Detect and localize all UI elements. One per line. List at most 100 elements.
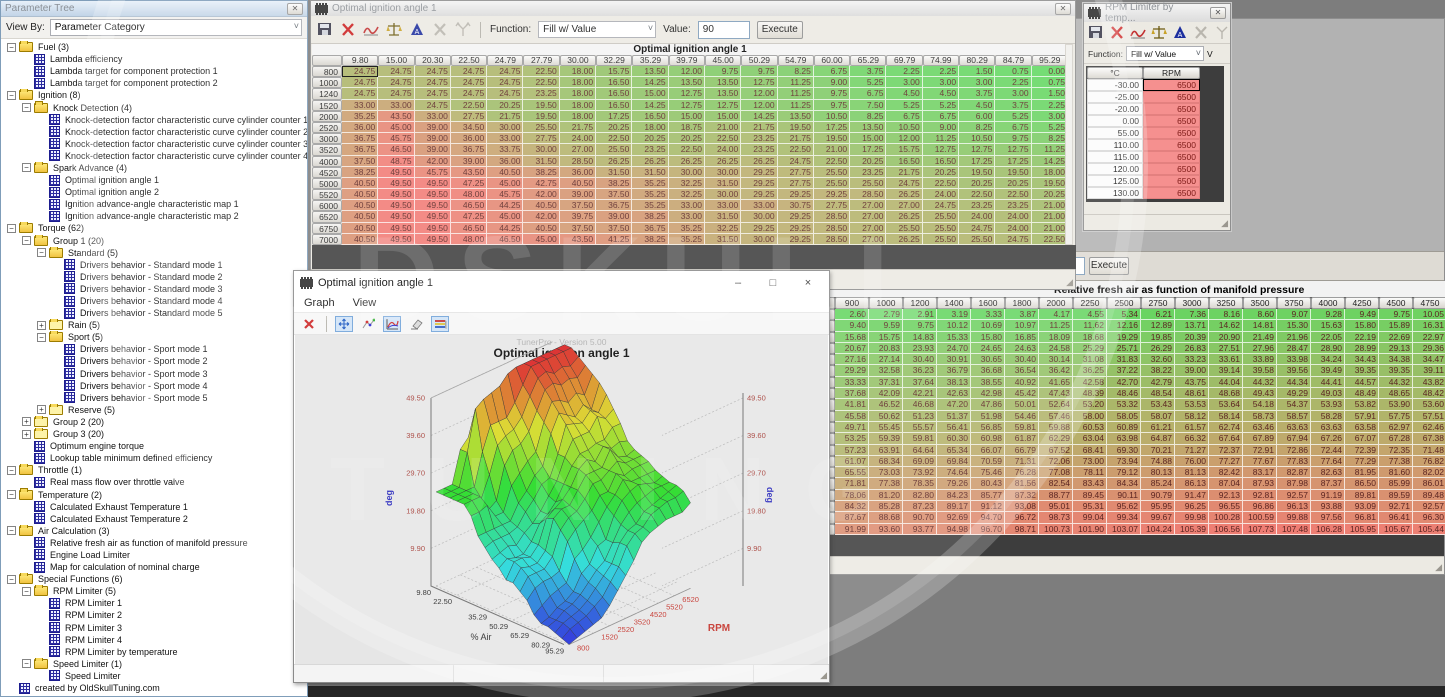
cell[interactable]: 27.14 (869, 354, 903, 365)
cell[interactable]: 81.13 (1175, 467, 1209, 478)
cell[interactable]: 100.73 (1039, 524, 1073, 535)
cell[interactable]: 75.46 (971, 467, 1005, 478)
cell[interactable]: 4.50 (886, 88, 922, 99)
cell[interactable]: 34.43 (1345, 354, 1379, 365)
cell[interactable]: 58.05 (1107, 411, 1141, 422)
cell[interactable]: 40.92 (1005, 377, 1039, 388)
col-header[interactable]: 45.00 (705, 55, 741, 66)
cell[interactable]: 26.25 (596, 156, 632, 167)
cell[interactable]: 32.60 (1141, 354, 1175, 365)
cell[interactable]: 53.93 (1311, 399, 1345, 410)
cell[interactable]: 22.05 (1311, 332, 1345, 343)
cell[interactable]: 16.85 (1005, 332, 1039, 343)
tree-item[interactable]: Relative fresh air as function of manifo… (1, 537, 307, 549)
cell[interactable]: 2.60 (835, 309, 869, 320)
tree-item[interactable]: −Special Functions (6) (1, 573, 307, 585)
cell[interactable]: 29.25 (741, 189, 777, 200)
col-header[interactable]: 69.79 (886, 55, 922, 66)
rpm-cell[interactable]: 6500 (1143, 175, 1200, 187)
cell[interactable]: 33.75 (487, 144, 523, 155)
cell[interactable]: 44.32 (1379, 377, 1413, 388)
cell[interactable]: 39.00 (415, 133, 451, 144)
cell[interactable]: 31.50 (523, 156, 559, 167)
cell[interactable]: 5.25 (923, 100, 959, 111)
cell[interactable]: 92.81 (1243, 490, 1277, 501)
cell[interactable]: 99.98 (1175, 512, 1209, 523)
cell[interactable]: 38.22 (1141, 365, 1175, 376)
cell[interactable]: 37.50 (596, 189, 632, 200)
cell[interactable]: 30.00 (523, 144, 559, 155)
cell[interactable]: 22.50 (923, 178, 959, 189)
cell[interactable]: 67.38 (1413, 433, 1445, 444)
cell[interactable]: 35.25 (342, 111, 378, 122)
cell[interactable]: 27.75 (814, 200, 850, 211)
cell[interactable]: 38.25 (596, 178, 632, 189)
cell[interactable]: 80.13 (1141, 467, 1175, 478)
cell[interactable]: 24.75 (415, 77, 451, 88)
cell[interactable]: 1.50 (1032, 88, 1068, 99)
cell[interactable]: 56.85 (971, 422, 1005, 433)
cell[interactable]: 48.46 (1107, 388, 1141, 399)
cell[interactable]: 95.31 (1073, 501, 1107, 512)
cell[interactable]: 34.47 (1413, 354, 1445, 365)
cell[interactable]: 11.25 (923, 133, 959, 144)
cell[interactable]: 107.48 (1277, 524, 1311, 535)
cell[interactable]: 105.39 (1175, 524, 1209, 535)
cell[interactable]: 38.55 (971, 377, 1005, 388)
cell[interactable]: 14.62 (1209, 320, 1243, 331)
cell[interactable]: 84.32 (835, 501, 869, 512)
cell[interactable]: 54.37 (1277, 399, 1311, 410)
execute-button[interactable]: Execute (757, 21, 803, 39)
tree-item[interactable]: +Group 2 (20) (1, 416, 307, 428)
cell[interactable]: 20.25 (487, 100, 523, 111)
cell[interactable]: 2.25 (923, 66, 959, 77)
cell[interactable]: 49.50 (378, 211, 414, 222)
tree-item[interactable]: −Knock Detection (4) (1, 101, 307, 113)
cell[interactable]: 74.88 (1141, 456, 1175, 467)
cell[interactable]: 33.00 (415, 111, 451, 122)
cell[interactable]: 77.08 (1039, 467, 1073, 478)
cell[interactable]: 20.25 (1032, 189, 1068, 200)
cell[interactable]: 21.75 (560, 122, 596, 133)
cell[interactable]: 105.67 (1379, 524, 1413, 535)
cell[interactable]: 49.50 (415, 178, 451, 189)
cell[interactable]: 58.00 (1073, 411, 1107, 422)
col-header[interactable]: 2000 (1039, 297, 1073, 309)
cell[interactable]: 18.00 (1032, 167, 1068, 178)
close-graph-icon[interactable] (300, 316, 318, 332)
cell[interactable]: 34.50 (451, 122, 487, 133)
cell[interactable]: 96.72 (1005, 512, 1039, 523)
cell[interactable]: 45.00 (487, 211, 523, 222)
col-header[interactable]: 900 (835, 297, 869, 309)
cell[interactable]: 73.00 (1073, 456, 1107, 467)
cell[interactable]: 29.29 (835, 365, 869, 376)
cell[interactable]: 36.00 (560, 167, 596, 178)
cell[interactable]: 42.98 (971, 388, 1005, 399)
cell[interactable]: 50.01 (1005, 399, 1039, 410)
cell[interactable]: 39.58 (1243, 365, 1277, 376)
cell[interactable]: 24.70 (937, 343, 971, 354)
cell[interactable]: 45.75 (487, 189, 523, 200)
cell[interactable]: 73.94 (1107, 456, 1141, 467)
cell[interactable]: 16.50 (596, 88, 632, 99)
rpm-cell[interactable]: 6500 (1143, 127, 1200, 139)
cell[interactable]: 9.75 (814, 100, 850, 111)
cell[interactable]: 12.00 (741, 100, 777, 111)
cell[interactable]: 36.75 (596, 200, 632, 211)
cell[interactable]: 81.20 (869, 490, 903, 501)
cell[interactable]: 26.25 (886, 211, 922, 222)
cell[interactable]: 44.25 (487, 200, 523, 211)
cell[interactable]: 95.01 (1039, 501, 1073, 512)
cell[interactable]: 27.16 (835, 354, 869, 365)
save-icon[interactable] (1088, 25, 1104, 40)
tree-item[interactable]: Drivers behavior - Sport mode 1 (1, 343, 307, 355)
cell[interactable]: 87.67 (835, 512, 869, 523)
cell[interactable]: 95.62 (1107, 501, 1141, 512)
cell[interactable]: 93.09 (1345, 501, 1379, 512)
cell[interactable]: 4.50 (959, 100, 995, 111)
cell[interactable]: 92.69 (937, 512, 971, 523)
cell[interactable]: 96.81 (1345, 512, 1379, 523)
col-header[interactable]: 4500 (1379, 297, 1413, 309)
cell[interactable]: 36.00 (342, 122, 378, 133)
cell[interactable]: 77.83 (1277, 456, 1311, 467)
